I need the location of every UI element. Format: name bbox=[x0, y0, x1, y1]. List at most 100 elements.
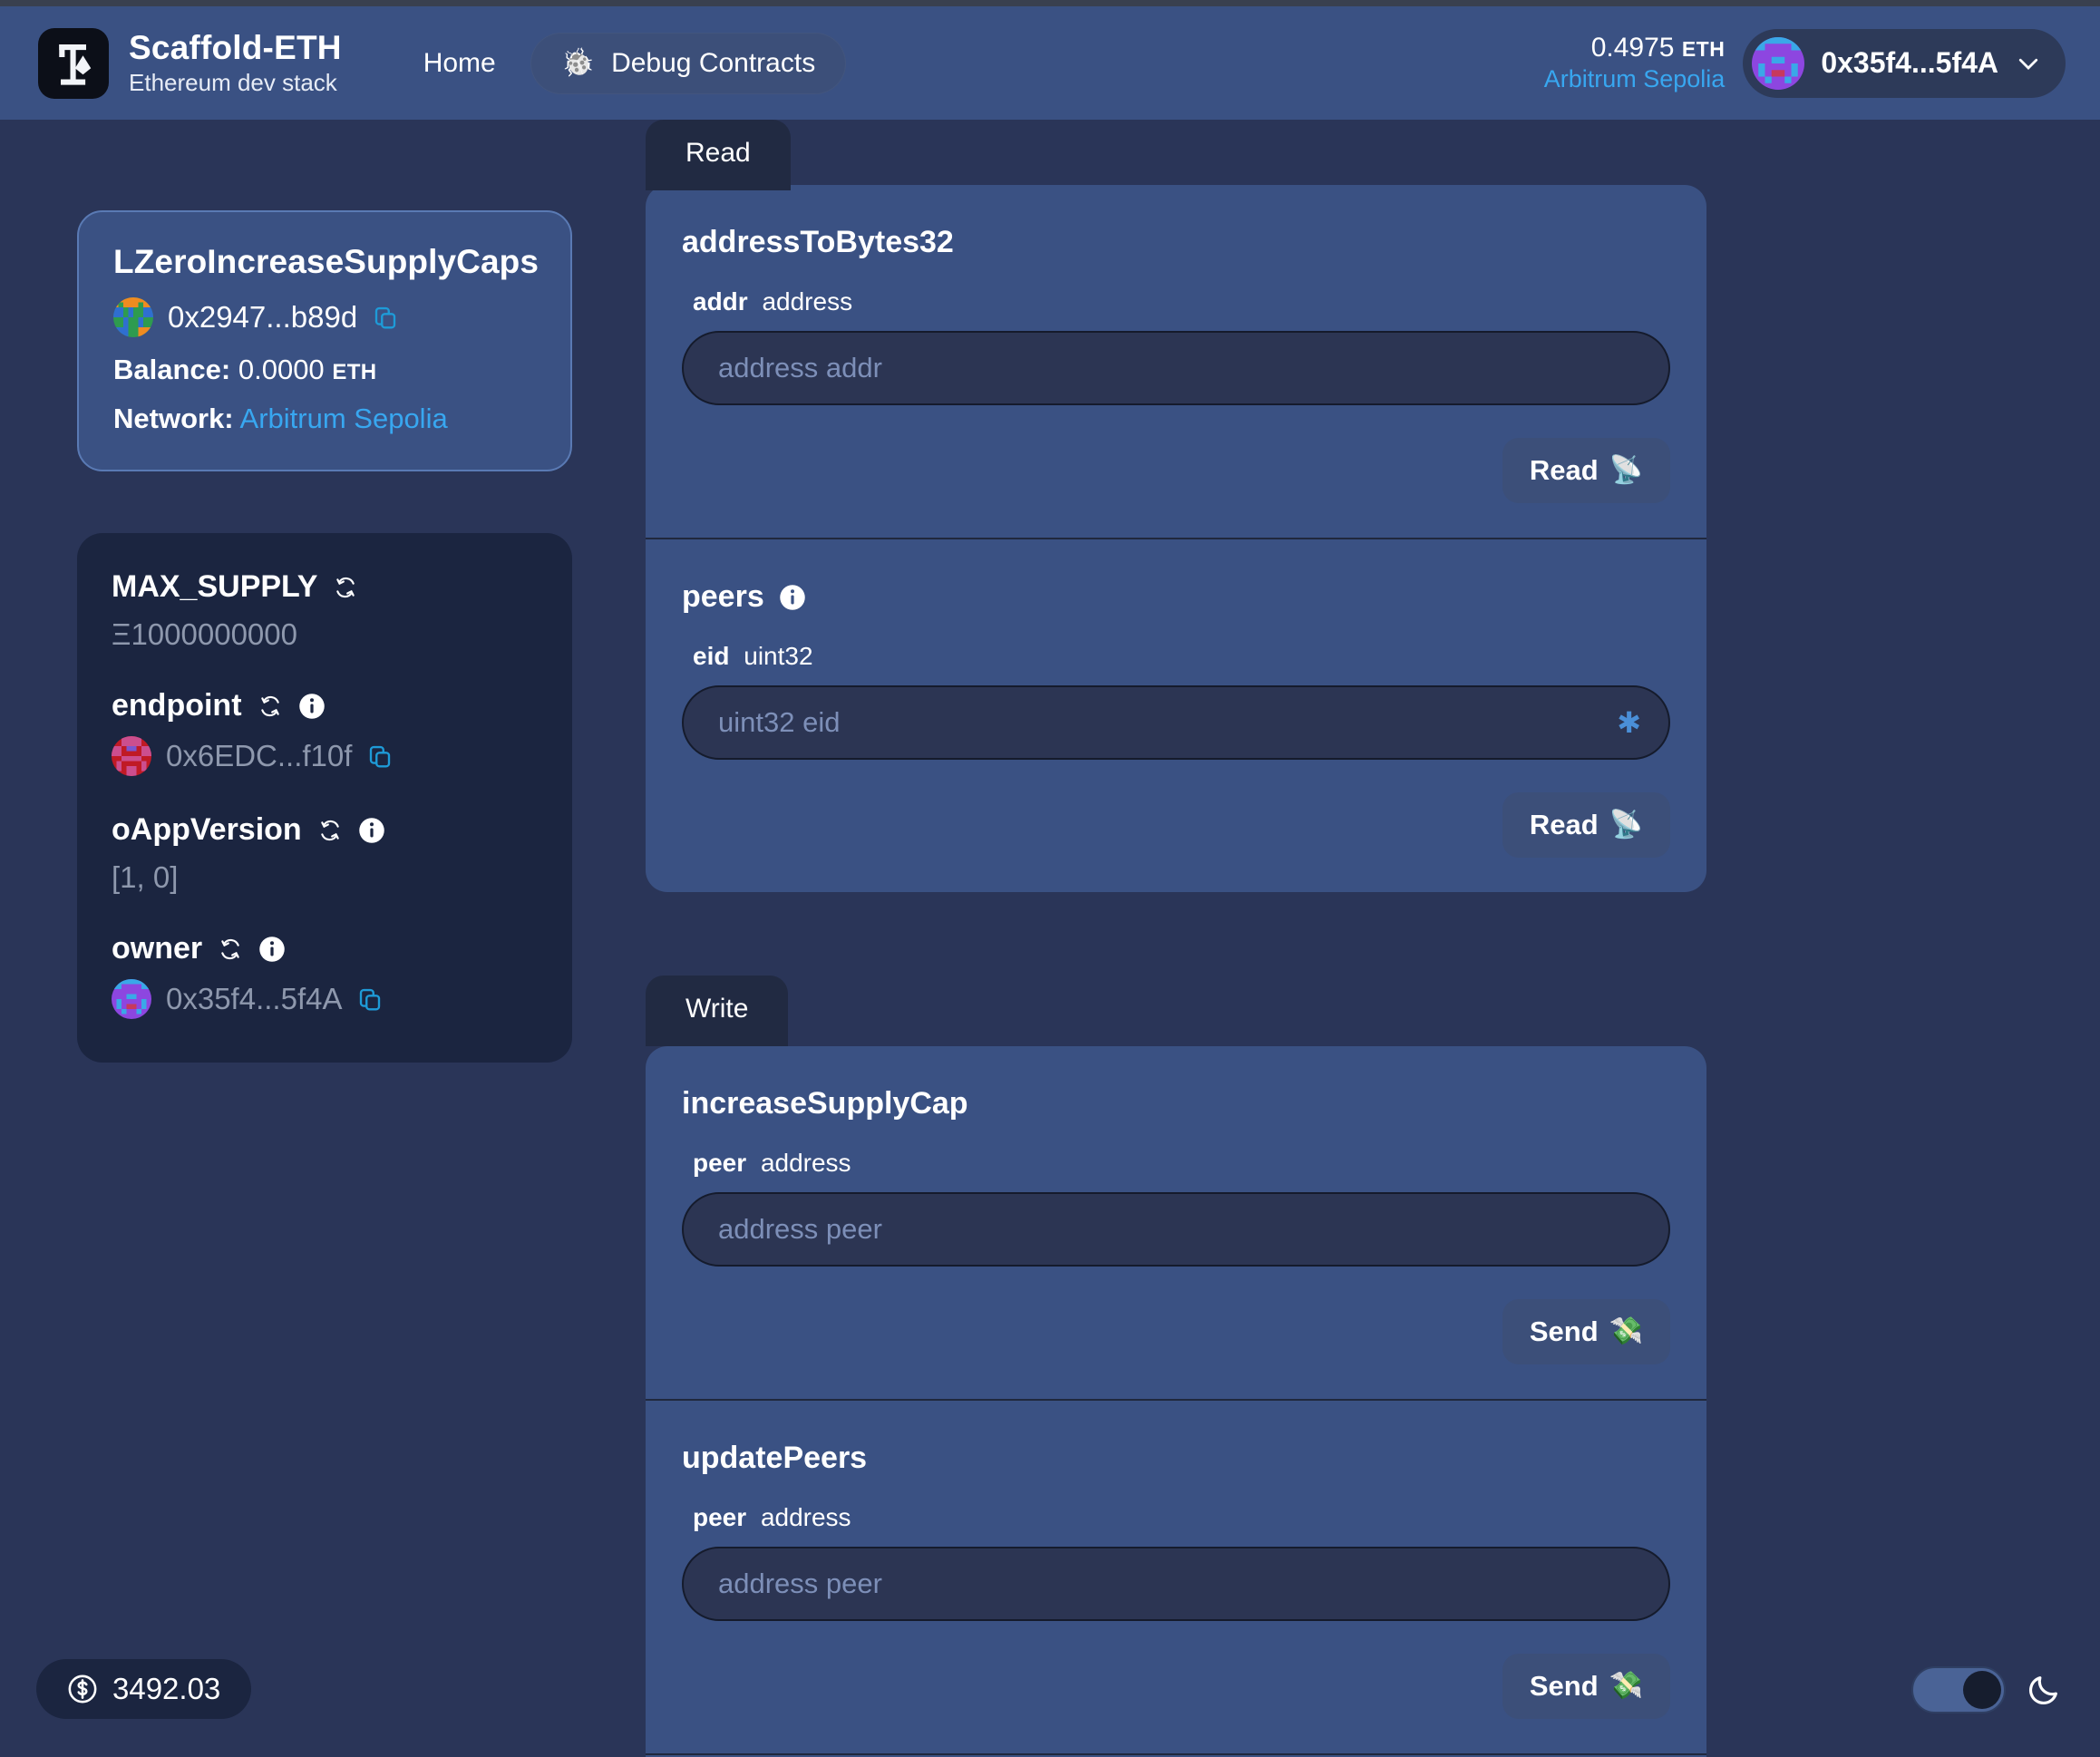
crane-eth-logo-icon bbox=[59, 44, 92, 85]
function-addresstobytes32: addressToBytes32 addr address Read 📡 bbox=[646, 185, 1706, 538]
right-column: Read addressToBytes32 addr address addre… bbox=[646, 120, 1706, 1757]
variable-oappversion: oAppVersion [1, 0] bbox=[112, 812, 538, 895]
function-peers: peers eid uint32 ✱ bbox=[646, 538, 1706, 892]
read-button-label: Read bbox=[1529, 809, 1599, 840]
balance-amount: 0.4975 bbox=[1590, 32, 1675, 63]
input-addr[interactable] bbox=[682, 331, 1670, 405]
contract-address: 0x2947...b89d bbox=[168, 300, 358, 334]
money-fly-icon: 💸 bbox=[1609, 1316, 1643, 1346]
argument-name: eid bbox=[693, 642, 730, 670]
contract-name: LZeroIncreaseSupplyCaps bbox=[113, 243, 540, 280]
write-tab-group: Write increaseSupplyCap peer address add… bbox=[646, 976, 1706, 1757]
eth-price-widget[interactable]: 3492.03 bbox=[36, 1659, 252, 1719]
variable-address-row[interactable]: 0x35f4...5f4A bbox=[112, 979, 538, 1019]
main-nav: Home 🐞 Debug Contracts bbox=[396, 32, 847, 94]
brand-subtitle: Ethereum dev stack bbox=[129, 68, 337, 96]
network-name: Arbitrum Sepolia bbox=[1543, 65, 1726, 93]
read-panel: addressToBytes32 addr address Read 📡 bbox=[646, 185, 1706, 892]
header-right: 0.4975 ETH Arbitrum Sepolia 0x35f4...5f4… bbox=[1544, 28, 2066, 98]
refresh-icon[interactable] bbox=[219, 937, 242, 961]
argument-name: addr bbox=[693, 287, 748, 315]
account-dropdown[interactable]: 0x35f4...5f4A bbox=[1743, 28, 2066, 98]
variable-name: oAppVersion bbox=[112, 812, 302, 847]
contract-balance-unit: ETH bbox=[332, 360, 377, 384]
info-icon[interactable] bbox=[298, 693, 326, 720]
function-increasesupplycap: increaseSupplyCap peer address Send 💸 bbox=[646, 1046, 1706, 1399]
network-label: Network: bbox=[113, 403, 234, 434]
tab-read[interactable]: Read bbox=[646, 120, 791, 190]
contract-variables-card: MAX_SUPPLY Ξ1000000000 endpoint 0x6EDC..… bbox=[77, 533, 572, 1063]
input-eid[interactable] bbox=[682, 685, 1670, 760]
balance-label: Balance: bbox=[113, 354, 231, 385]
balance-unit: ETH bbox=[1681, 36, 1726, 61]
satellite-icon: 📡 bbox=[1609, 810, 1643, 840]
function-name: peers bbox=[682, 579, 764, 614]
variable-avatar bbox=[112, 979, 151, 1019]
nav-item-debug-contracts-label: Debug Contracts bbox=[611, 47, 816, 78]
send-button-label: Send bbox=[1529, 1315, 1599, 1347]
theme-toggle[interactable] bbox=[1911, 1666, 2006, 1713]
read-button[interactable]: Read 📡 bbox=[1502, 438, 1670, 503]
argument-label: peer address bbox=[693, 1503, 1670, 1532]
moon-icon[interactable] bbox=[2026, 1672, 2062, 1708]
argument-type: address bbox=[760, 1503, 851, 1531]
theme-switcher bbox=[1911, 1666, 2062, 1713]
contract-avatar bbox=[113, 297, 153, 337]
send-button[interactable]: Send 💸 bbox=[1502, 1299, 1670, 1364]
argument-type: address bbox=[762, 287, 853, 315]
contract-network-row: Network: Arbitrum Sepolia bbox=[113, 403, 536, 435]
function-name: addressToBytes32 bbox=[682, 225, 954, 259]
satellite-icon: 📡 bbox=[1609, 455, 1643, 485]
argument-type: uint32 bbox=[744, 642, 813, 670]
contract-balance-value: 0.0000 bbox=[238, 354, 325, 385]
copy-icon[interactable] bbox=[372, 303, 399, 332]
input-peer[interactable] bbox=[682, 1547, 1670, 1621]
read-button-label: Read bbox=[1529, 454, 1599, 486]
contract-address-row[interactable]: 0x2947...b89d bbox=[113, 297, 536, 337]
contract-balance-row: Balance: 0.0000 ETH bbox=[113, 354, 536, 386]
send-button[interactable]: Send 💸 bbox=[1502, 1654, 1670, 1719]
variable-owner: owner 0x35f4...5f4A bbox=[112, 931, 538, 1019]
contract-info-card: LZeroIncreaseSupplyCaps 0x2947...b89d Ba… bbox=[77, 210, 572, 471]
variable-name: MAX_SUPPLY bbox=[112, 569, 318, 604]
brand-title: Scaffold-ETH bbox=[129, 29, 342, 67]
argument-label: addr address bbox=[693, 287, 1670, 316]
copy-icon[interactable] bbox=[366, 742, 394, 771]
variable-avatar bbox=[112, 736, 151, 776]
refresh-icon[interactable] bbox=[318, 819, 342, 842]
bug-icon: 🐞 bbox=[560, 47, 596, 78]
refresh-icon[interactable] bbox=[258, 694, 282, 718]
brand[interactable]: Scaffold-ETH Ethereum dev stack bbox=[38, 27, 342, 99]
argument-label: eid uint32 bbox=[693, 642, 1670, 671]
write-panel: increaseSupplyCap peer address Send 💸 bbox=[646, 1046, 1706, 1757]
info-icon[interactable] bbox=[358, 817, 385, 844]
read-tab-group: Read addressToBytes32 addr address addre… bbox=[646, 120, 1706, 892]
function-name: updatePeers bbox=[682, 1441, 868, 1475]
variable-endpoint: endpoint 0x6EDC...f10f bbox=[112, 688, 538, 776]
money-fly-icon: 💸 bbox=[1609, 1671, 1643, 1701]
argument-label: peer address bbox=[693, 1149, 1670, 1178]
contract-network-value[interactable]: Arbitrum Sepolia bbox=[240, 403, 448, 434]
info-icon[interactable] bbox=[779, 584, 806, 611]
variable-address-row[interactable]: 0x6EDC...f10f bbox=[112, 736, 538, 776]
variable-value: [1, 0] bbox=[112, 860, 179, 894]
function-name: increaseSupplyCap bbox=[682, 1086, 968, 1121]
input-peer[interactable] bbox=[682, 1192, 1670, 1267]
dollar-circle-icon bbox=[68, 1674, 97, 1704]
read-button[interactable]: Read 📡 bbox=[1502, 792, 1670, 858]
info-icon[interactable] bbox=[258, 936, 286, 963]
nav-item-home[interactable]: Home bbox=[396, 33, 523, 94]
nav-item-debug-contracts[interactable]: 🐞 Debug Contracts bbox=[530, 32, 847, 94]
function-updatepeers: updatePeers peer address Send 💸 bbox=[646, 1399, 1706, 1753]
avatar bbox=[1752, 36, 1805, 90]
wallet-balance[interactable]: 0.4975 ETH Arbitrum Sepolia bbox=[1544, 32, 1726, 94]
refresh-icon[interactable] bbox=[334, 576, 357, 599]
tab-write[interactable]: Write bbox=[646, 976, 789, 1046]
variable-address: 0x35f4...5f4A bbox=[166, 982, 343, 1015]
chevron-down-icon[interactable] bbox=[2015, 50, 2042, 77]
copy-icon[interactable] bbox=[356, 985, 384, 1014]
variable-address: 0x6EDC...f10f bbox=[166, 739, 353, 772]
argument-name: peer bbox=[693, 1149, 747, 1177]
variable-name: endpoint bbox=[112, 688, 242, 723]
scaffold-eth-logo bbox=[38, 27, 109, 99]
